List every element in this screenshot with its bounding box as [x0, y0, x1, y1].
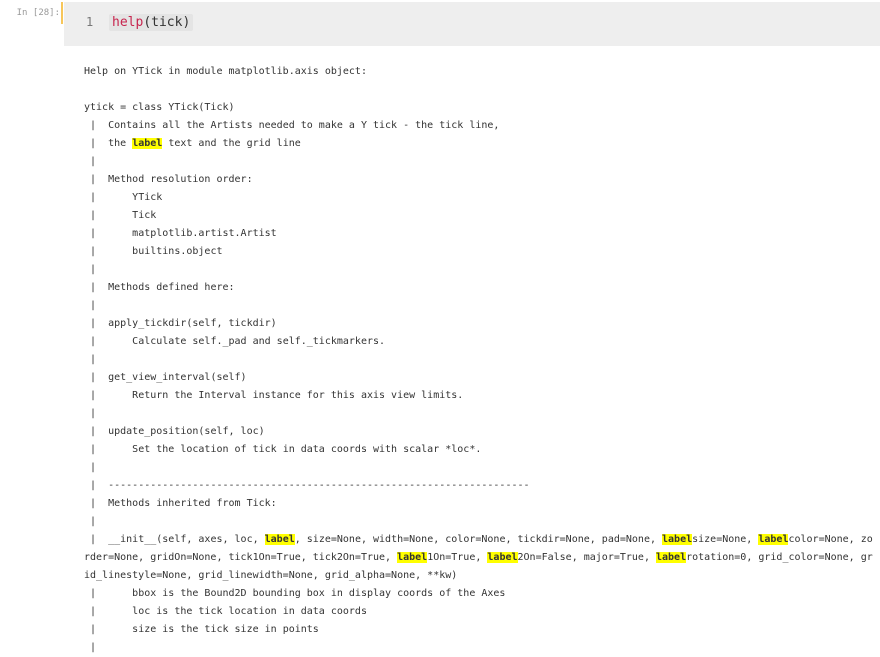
help-line: | --------------------------------------…: [84, 480, 530, 491]
help-line: |: [84, 462, 109, 473]
help-line: | Methods defined here:: [84, 282, 235, 293]
help-line: | the label text and the grid line: [84, 138, 301, 149]
help-line: |: [84, 642, 109, 653]
help-line: [84, 81, 874, 99]
search-highlight: label: [487, 552, 518, 563]
help-line: |: [84, 408, 109, 419]
help-line: | Contains all the Artists needed to mak…: [84, 120, 500, 131]
code-arguments: (tick): [143, 15, 191, 30]
help-line: |: [84, 156, 109, 167]
help-line: Help on YTick in module matplotlib.axis …: [84, 66, 367, 77]
help-line: | bbox is the Bound2D bounding box in di…: [84, 588, 506, 599]
help-line: | YTick: [84, 192, 163, 203]
help-line: | loc is the tick location in data coord…: [84, 606, 367, 617]
help-line: |: [84, 264, 109, 275]
search-highlight: label: [397, 552, 428, 563]
help-line: |: [84, 516, 109, 527]
help-line: | get_view_interval(self): [84, 372, 247, 383]
code-line[interactable]: help(tick): [109, 14, 194, 31]
help-line: | Calculate self._pad and self._tickmark…: [84, 336, 386, 347]
cell-selection-indicator: [61, 2, 63, 24]
help-line: | Return the Interval instance for this …: [84, 390, 464, 401]
help-line: | Tick: [84, 210, 157, 221]
search-highlight: label: [758, 534, 789, 545]
help-line: | Methods inherited from Tick:: [84, 498, 277, 509]
line-number: 1: [86, 15, 94, 29]
help-line: | Method resolution order:: [84, 174, 253, 185]
output-area: Help on YTick in module matplotlib.axis …: [60, 47, 880, 653]
search-highlight: label: [264, 534, 295, 545]
help-line: | builtins.object: [84, 246, 223, 257]
search-highlight: label: [132, 138, 163, 149]
help-line: | matplotlib.artist.Artist: [84, 228, 277, 239]
help-output-text: Help on YTick in module matplotlib.axis …: [84, 63, 874, 657]
help-line: | Set the location of tick in data coord…: [84, 444, 482, 455]
help-line: | update_position(self, loc): [84, 426, 265, 437]
help-line: |: [84, 354, 109, 365]
code-function-name: help: [112, 15, 144, 30]
help-line: |: [84, 300, 109, 311]
help-line: | apply_tickdir(self, tickdir): [84, 318, 277, 329]
search-highlight: label: [656, 552, 687, 563]
help-line: | __init__(self, axes, loc, label, size=…: [84, 534, 873, 581]
help-line: | size is the tick size in points: [84, 624, 319, 635]
notebook-cell: In [28]: 1 help(tick) Help on YTick in m…: [0, 0, 880, 653]
input-prompt: In [28]:: [16, 8, 60, 18]
code-input-area[interactable]: 1 help(tick): [64, 2, 880, 46]
help-line: ytick = class YTick(Tick): [84, 102, 235, 113]
search-highlight: label: [662, 534, 693, 545]
